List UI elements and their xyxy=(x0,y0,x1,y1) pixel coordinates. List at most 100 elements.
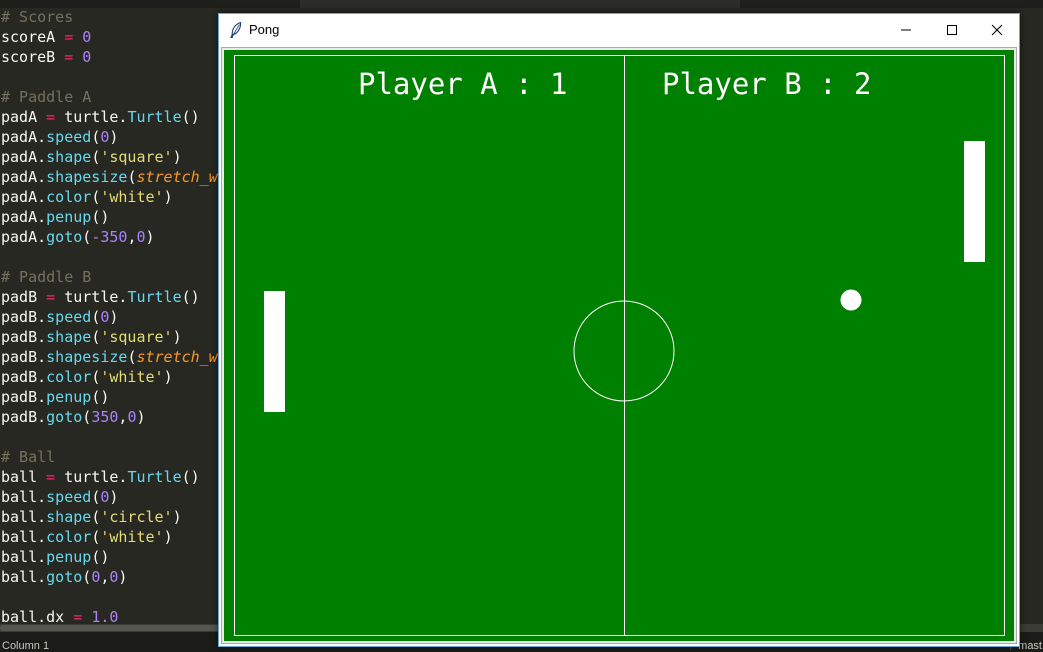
code-token: ball. xyxy=(1,568,47,586)
maximize-icon xyxy=(947,25,957,35)
code-token: = xyxy=(64,48,74,66)
code-token: ) xyxy=(172,508,182,526)
code-token: padA. xyxy=(1,188,47,206)
code-token: = xyxy=(64,28,74,46)
window-titlebar[interactable]: Pong xyxy=(219,14,1019,46)
code-token: 350 xyxy=(91,408,119,426)
ball xyxy=(840,289,862,311)
code-token: ) xyxy=(136,408,146,426)
minimize-button[interactable] xyxy=(883,14,929,45)
code-line: ​ xyxy=(1,427,218,447)
code-token: -350 xyxy=(91,228,128,246)
code-token: shape xyxy=(46,508,92,526)
code-line: padB.goto(350,0) xyxy=(1,407,218,427)
code-token: speed xyxy=(46,488,92,506)
code-token: = xyxy=(46,288,56,306)
code-token: padA. xyxy=(1,168,47,186)
code-line: padA = turtle.Turtle() xyxy=(1,107,218,127)
code-token: ball.dx xyxy=(1,608,65,624)
code-token: stretch_w xyxy=(136,348,218,366)
code-token: ( xyxy=(91,368,101,386)
close-button[interactable] xyxy=(974,14,1020,45)
score-player-b: Player B : 2 xyxy=(662,67,872,101)
code-token: Turtle xyxy=(127,468,182,486)
code-token: # Ball xyxy=(1,448,56,466)
code-line: padB.speed(0) xyxy=(1,307,218,327)
code-line: ball = turtle.Turtle() xyxy=(1,467,218,487)
code-token: penup xyxy=(46,548,92,566)
code-token: color xyxy=(46,188,92,206)
code-token: 'white' xyxy=(100,528,164,546)
code-line: ball.dx = 1.0 xyxy=(1,607,218,624)
code-token: stretch_w xyxy=(136,168,218,186)
game-field[interactable]: Player A : 1 Player B : 2 xyxy=(224,50,1014,641)
code-token: 'square' xyxy=(100,328,173,346)
code-token: ( xyxy=(82,568,92,586)
code-token: shapesize xyxy=(46,168,128,186)
turtle-canvas-frame: Player A : 1 Player B : 2 xyxy=(221,47,1017,644)
code-token: turtle. xyxy=(55,468,128,486)
code-line: ball.penup() xyxy=(1,547,218,567)
code-token: shape xyxy=(46,328,92,346)
code-token: 'white' xyxy=(100,368,164,386)
code-line: padA.goto(-350,0) xyxy=(1,227,218,247)
code-token: scoreB xyxy=(1,48,56,66)
code-token: ( xyxy=(91,308,101,326)
code-token: scoreA xyxy=(1,28,56,46)
code-token: speed xyxy=(46,128,92,146)
code-line: # Ball xyxy=(1,447,218,467)
code-token: padA. xyxy=(1,128,47,146)
code-token: ) xyxy=(109,488,119,506)
code-token: ) xyxy=(145,228,155,246)
code-line: padA.penup() xyxy=(1,207,218,227)
code-token: color xyxy=(46,528,92,546)
status-column: Column 1 xyxy=(2,640,50,652)
code-token: 0 xyxy=(91,568,101,586)
code-token: ( xyxy=(91,328,101,346)
code-line: scoreB = 0 xyxy=(1,47,218,67)
code-token: shape xyxy=(46,148,92,166)
code-line: padB.color('white') xyxy=(1,367,218,387)
code-token: () xyxy=(91,208,110,226)
code-token: turtle. xyxy=(55,288,128,306)
code-token: 0 xyxy=(136,228,146,246)
code-token: = xyxy=(73,608,83,624)
maximize-button[interactable] xyxy=(929,14,975,45)
code-token: 'white' xyxy=(100,188,164,206)
code-token: padA. xyxy=(1,208,47,226)
code-token: ( xyxy=(91,128,101,146)
code-token: ball. xyxy=(1,508,47,526)
pong-window[interactable]: Pong Player A: 1 Player B: 2 xyxy=(218,13,1020,647)
code-token: ) xyxy=(163,188,173,206)
code-token: ( xyxy=(91,148,101,166)
code-token: padA. xyxy=(1,228,47,246)
code-line: ball.speed(0) xyxy=(1,487,218,507)
code-token: ) xyxy=(118,568,128,586)
code-token: padB. xyxy=(1,328,47,346)
code-line: ​ xyxy=(1,247,218,267)
code-token: turtle. xyxy=(55,108,128,126)
code-line: ​ xyxy=(1,67,218,87)
score-player-a: Player A : 1 xyxy=(358,67,568,101)
code-line: # Paddle A xyxy=(1,87,218,107)
editor-tab[interactable] xyxy=(300,0,740,8)
code-token: 0 xyxy=(82,48,92,66)
code-token: ball. xyxy=(1,548,47,566)
status-branch-label: mast xyxy=(1018,640,1042,652)
code-token: padB xyxy=(1,288,38,306)
code-token: = xyxy=(46,468,56,486)
code-token: Turtle xyxy=(127,108,182,126)
code-token: 1.0 xyxy=(91,608,119,624)
code-token: = xyxy=(46,108,56,126)
code-token: goto xyxy=(46,568,83,586)
code-line: padA.color('white') xyxy=(1,187,218,207)
code-line: ball.goto(0,0) xyxy=(1,567,218,587)
code-token: ) xyxy=(172,148,182,166)
code-token: ) xyxy=(109,308,119,326)
